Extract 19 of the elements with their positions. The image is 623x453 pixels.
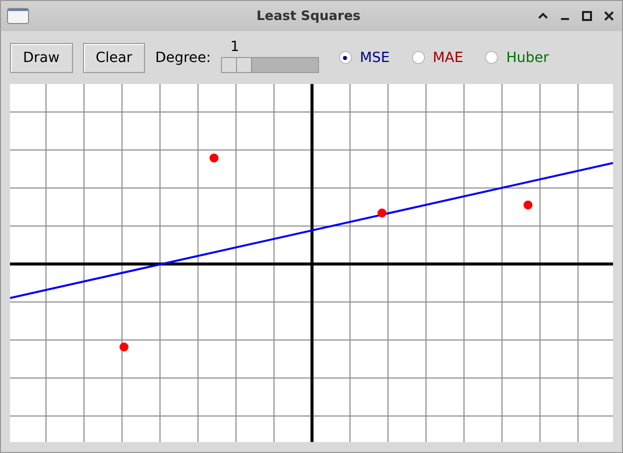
window-icon [7, 8, 29, 24]
data-point [378, 208, 386, 218]
data-point [210, 154, 218, 162]
plot-canvas[interactable] [10, 84, 613, 442]
loss-radio[interactable]: Huber [485, 50, 549, 66]
degree-slider[interactable] [220, 56, 319, 72]
degree-label: Degree: [155, 50, 211, 66]
data-point [524, 200, 532, 210]
window-title: Least Squares [255, 8, 360, 24]
data-point [120, 342, 128, 352]
collapse-icon[interactable] [538, 12, 548, 20]
degree-value: 1 [230, 38, 240, 54]
clear-button[interactable]: Clear [82, 42, 146, 72]
draw-button[interactable]: Draw [10, 42, 73, 72]
close-icon[interactable] [604, 11, 614, 21]
loss-radio[interactable]: MAE [412, 50, 464, 66]
loss-radio[interactable]: MSE [338, 50, 390, 66]
slider-thumb[interactable] [222, 58, 252, 72]
maximize-icon[interactable] [582, 11, 592, 21]
